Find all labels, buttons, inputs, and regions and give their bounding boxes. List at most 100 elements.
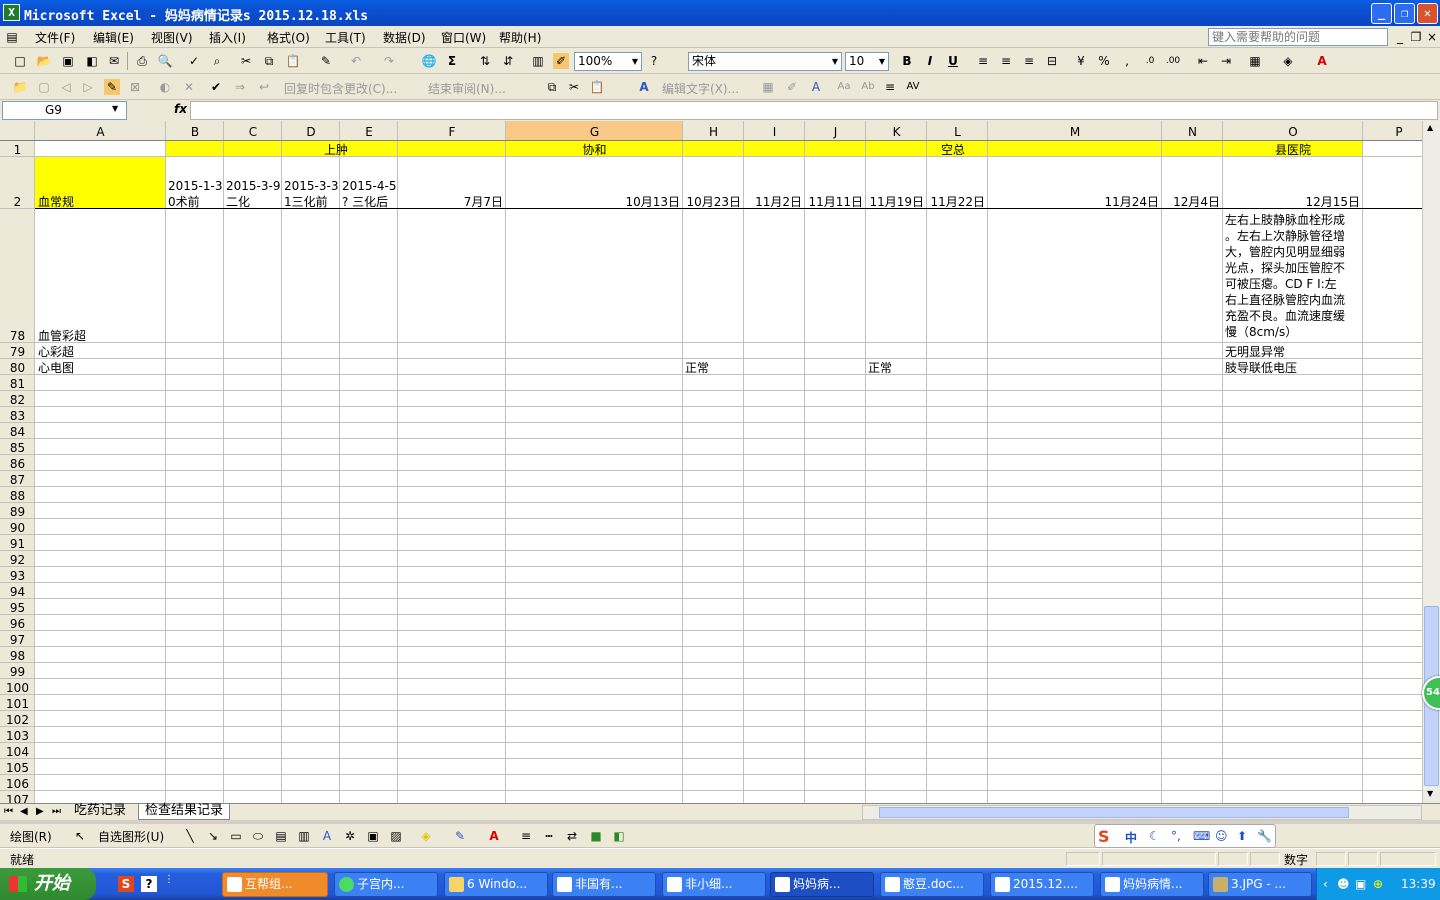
picture-icon[interactable]: ▨	[388, 828, 404, 844]
first-sheet-icon[interactable]: ⏮	[4, 806, 13, 817]
align-right-icon[interactable]: ≡	[1021, 53, 1037, 69]
sort-ascending-icon[interactable]: ⇅	[477, 53, 493, 69]
save-icon[interactable]: ▣	[60, 53, 76, 69]
review-icon[interactable]: ✔	[208, 79, 224, 95]
dash-style-icon[interactable]: ┅	[541, 828, 557, 844]
print-preview-icon[interactable]: 🔍	[157, 53, 173, 69]
line-style-icon[interactable]: ≡	[518, 828, 534, 844]
spelling-icon[interactable]: ✓	[186, 53, 202, 69]
task-item[interactable]: 子宫内...	[334, 872, 438, 897]
align-center-icon[interactable]: ≡	[998, 53, 1014, 69]
show-comments-icon[interactable]: ⊠	[127, 79, 143, 95]
percent-icon[interactable]: %	[1096, 53, 1112, 69]
reply-with-changes-button[interactable]: 回复时包含更改(C)...	[284, 80, 397, 97]
doc-close-icon[interactable]: ×	[1424, 29, 1440, 45]
font-size-select[interactable]: 10 ▼	[845, 52, 889, 71]
ime-wrench-icon[interactable]: 🔧	[1257, 829, 1272, 843]
ime-shirt-icon[interactable]: ⬆	[1237, 829, 1247, 843]
ime-user-icon[interactable]: ☺	[1215, 829, 1228, 843]
folder-icon[interactable]: 📁	[12, 79, 28, 95]
highlight-icon[interactable]: ◐	[157, 79, 173, 95]
chart-wizard-icon[interactable]: ▥	[530, 53, 546, 69]
select-objects-icon[interactable]: ↖	[72, 828, 88, 844]
task-item[interactable]: 2015.12....	[990, 872, 1094, 897]
scroll-up-icon[interactable]: ▲	[1427, 123, 1433, 132]
prev-sheet-icon[interactable]: ◀	[20, 806, 28, 817]
horizontal-scrollbar[interactable]	[862, 805, 1422, 820]
close-button[interactable]: ✕	[1417, 3, 1438, 24]
maximize-button[interactable]: ❐	[1394, 3, 1415, 24]
currency-icon[interactable]: ¥	[1073, 53, 1089, 69]
task-item[interactable]: 非小细...	[662, 872, 766, 897]
comma-icon[interactable]: ,	[1119, 53, 1135, 69]
insert-wordart-icon[interactable]: A	[319, 828, 335, 844]
send-icon[interactable]: ⇒	[232, 79, 248, 95]
doc-minimize-icon[interactable]: _	[1392, 29, 1408, 45]
cut-icon[interactable]: ✂	[238, 53, 254, 69]
increase-decimal-icon[interactable]: .0	[1142, 53, 1158, 69]
help-quicklaunch-icon[interactable]: ?	[141, 876, 157, 892]
edit-text-button[interactable]: 编辑文字(X)...	[662, 80, 739, 97]
oval-icon[interactable]: ⬭	[250, 828, 266, 844]
chevron-down-icon[interactable]: ▼	[112, 104, 118, 113]
fill-color-icon[interactable]: ◈	[418, 828, 434, 844]
menu-edit[interactable]: 编辑(E)	[93, 29, 134, 46]
menu-window[interactable]: 窗口(W)	[441, 29, 486, 46]
increase-indent-icon[interactable]: ⇥	[1218, 53, 1234, 69]
format-painter-icon[interactable]: ✎	[318, 53, 334, 69]
minimize-button[interactable]: _	[1371, 3, 1392, 24]
task-item[interactable]: 互帮组...	[222, 872, 328, 897]
task-item-active[interactable]: 妈妈病...	[770, 872, 874, 897]
textbox-icon[interactable]: ▤	[273, 828, 289, 844]
autoshapes-menu[interactable]: 自选图形(U)	[98, 828, 164, 845]
sogou-quicklaunch-icon[interactable]: S	[118, 876, 134, 892]
sogou-icon[interactable]: S	[1098, 827, 1110, 846]
menu-view[interactable]: 视图(V)	[151, 29, 193, 46]
permission-icon[interactable]: ◧	[84, 53, 100, 69]
menu-data[interactable]: 数据(D)	[383, 29, 426, 46]
reply-icon[interactable]: ↩	[256, 79, 272, 95]
drawing-icon[interactable]: ✐	[553, 53, 569, 69]
formula-input[interactable]	[190, 101, 1438, 120]
task-item[interactable]: 非国有...	[552, 872, 656, 897]
italic-icon[interactable]: I	[922, 53, 938, 69]
same-height-icon[interactable]: Aa	[836, 79, 852, 95]
new-icon[interactable]: □	[12, 53, 28, 69]
copy-text-icon[interactable]: ⧉	[544, 79, 560, 95]
task-item[interactable]: 6 Windo...	[444, 872, 548, 897]
email-icon[interactable]: ✉	[106, 53, 122, 69]
font-color-icon[interactable]: A	[486, 828, 502, 844]
tray-add-icon[interactable]: ⊕	[1373, 868, 1383, 900]
tray-expand-icon[interactable]: ‹	[1323, 868, 1328, 900]
arrow-style-icon[interactable]: ⇄	[564, 828, 580, 844]
shadow-icon[interactable]: ■	[588, 828, 604, 844]
menu-tools[interactable]: 工具(T)	[325, 29, 366, 46]
hyperlink-icon[interactable]: 🌐	[421, 53, 437, 69]
undo-icon[interactable]: ↶	[348, 53, 364, 69]
insert-function-icon[interactable]: fx	[174, 102, 187, 116]
bold-icon[interactable]: B	[899, 53, 915, 69]
next-sheet-icon[interactable]: ▶	[36, 806, 44, 817]
help-icon[interactable]: ?	[646, 53, 662, 69]
line-icon[interactable]: ╲	[182, 828, 198, 844]
rectangle-icon[interactable]: ▭	[228, 828, 244, 844]
help-search-input[interactable]: 键入需要帮助的问题	[1208, 28, 1388, 46]
font-select[interactable]: 宋体 ▼	[688, 52, 842, 71]
next-comment-icon[interactable]: ▷	[80, 79, 96, 95]
ime-moon-icon[interactable]: ☾	[1149, 829, 1160, 843]
wordart-gallery-icon[interactable]: ▦	[760, 79, 776, 95]
align-left-icon[interactable]: ≡	[975, 53, 991, 69]
menu-insert[interactable]: 插入(I)	[209, 29, 246, 46]
new-comment-icon[interactable]: ▢	[36, 79, 52, 95]
start-button[interactable]: 开始	[0, 868, 96, 900]
track-changes-icon[interactable]: ✎	[104, 79, 120, 95]
research-icon[interactable]: ⌕	[209, 53, 225, 69]
vertical-textbox-icon[interactable]: ▥	[296, 828, 312, 844]
wordart-shape-icon[interactable]: A	[808, 79, 824, 95]
sheet-tab-exam-results[interactable]: 检查结果记录	[138, 804, 231, 820]
task-item[interactable]: 妈妈病情...	[1100, 872, 1204, 897]
last-sheet-icon[interactable]: ⏭	[52, 806, 61, 817]
print-icon[interactable]: ⎙	[134, 53, 150, 69]
tray-network-icon[interactable]: ▣	[1355, 868, 1366, 900]
scroll-down-icon[interactable]: ▼	[1427, 789, 1433, 798]
